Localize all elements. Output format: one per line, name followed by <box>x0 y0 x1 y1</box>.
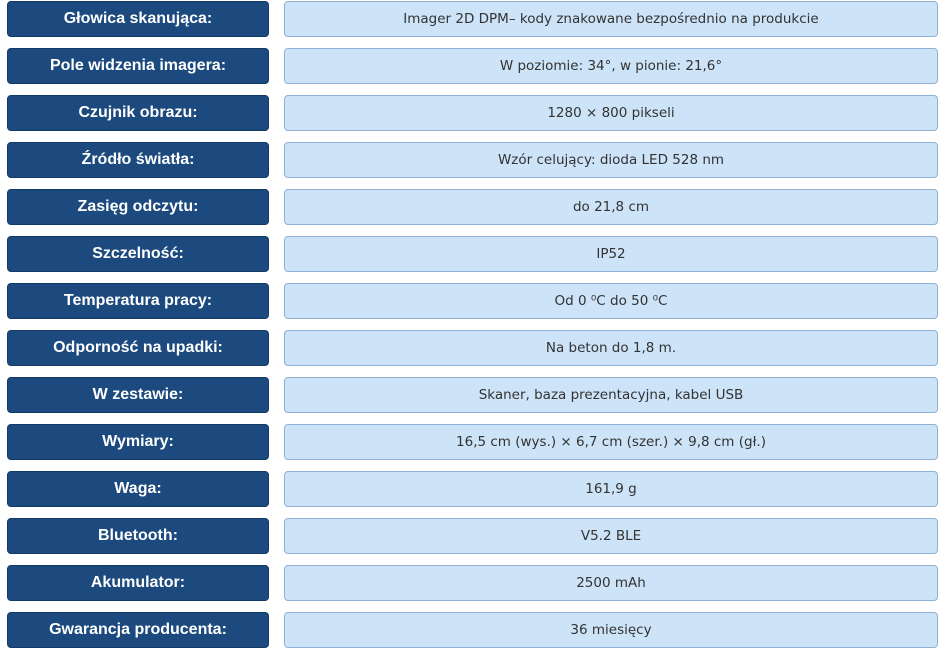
spec-value: 1280 × 800 pikseli <box>284 95 938 131</box>
spec-label: Waga: <box>7 471 269 507</box>
spec-value: 16,5 cm (wys.) × 6,7 cm (szer.) × 9,8 cm… <box>284 424 938 460</box>
spec-row-image-sensor: Czujnik obrazu: 1280 × 800 pikseli <box>7 95 938 131</box>
spec-row-light-source: Źródło światła: Wzór celujący: dioda LED… <box>7 142 938 178</box>
spec-row-dimensions: Wymiary: 16,5 cm (wys.) × 6,7 cm (szer.)… <box>7 424 938 460</box>
spec-value: 161,9 g <box>284 471 938 507</box>
spec-value: W poziomie: 34°, w pionie: 21,6° <box>284 48 938 84</box>
spec-row-warranty: Gwarancja producenta: 36 miesięcy <box>7 612 938 648</box>
spec-label: Odporność na upadki: <box>7 330 269 366</box>
spec-table: Głowica skanująca: Imager 2D DPM– kody z… <box>7 1 938 648</box>
spec-label: Szczelność: <box>7 236 269 272</box>
spec-value: Imager 2D DPM– kody znakowane bezpośredn… <box>284 1 938 37</box>
spec-value: 2500 mAh <box>284 565 938 601</box>
spec-value: IP52 <box>284 236 938 272</box>
spec-label: W zestawie: <box>7 377 269 413</box>
spec-value: Wzór celujący: dioda LED 528 nm <box>284 142 938 178</box>
spec-row-drop-resistance: Odporność na upadki: Na beton do 1,8 m. <box>7 330 938 366</box>
spec-value: 36 miesięcy <box>284 612 938 648</box>
spec-row-read-range: Zasięg odczytu: do 21,8 cm <box>7 189 938 225</box>
spec-label: Bluetooth: <box>7 518 269 554</box>
spec-value: Skaner, baza prezentacyjna, kabel USB <box>284 377 938 413</box>
spec-value: Od 0 ⁰C do 50 ⁰C <box>284 283 938 319</box>
spec-label: Wymiary: <box>7 424 269 460</box>
spec-value: do 21,8 cm <box>284 189 938 225</box>
spec-value: V5.2 BLE <box>284 518 938 554</box>
spec-row-field-of-view: Pole widzenia imagera: W poziomie: 34°, … <box>7 48 938 84</box>
spec-label: Temperatura pracy: <box>7 283 269 319</box>
spec-row-operating-temperature: Temperatura pracy: Od 0 ⁰C do 50 ⁰C <box>7 283 938 319</box>
spec-row-weight: Waga: 161,9 g <box>7 471 938 507</box>
spec-label: Głowica skanująca: <box>7 1 269 37</box>
spec-row-scan-head: Głowica skanująca: Imager 2D DPM– kody z… <box>7 1 938 37</box>
spec-row-sealing: Szczelność: IP52 <box>7 236 938 272</box>
spec-label: Akumulator: <box>7 565 269 601</box>
spec-row-bluetooth: Bluetooth: V5.2 BLE <box>7 518 938 554</box>
spec-row-battery: Akumulator: 2500 mAh <box>7 565 938 601</box>
spec-label: Czujnik obrazu: <box>7 95 269 131</box>
spec-label: Zasięg odczytu: <box>7 189 269 225</box>
spec-label: Źródło światła: <box>7 142 269 178</box>
spec-value: Na beton do 1,8 m. <box>284 330 938 366</box>
spec-label: Gwarancja producenta: <box>7 612 269 648</box>
spec-label: Pole widzenia imagera: <box>7 48 269 84</box>
spec-row-package-contents: W zestawie: Skaner, baza prezentacyjna, … <box>7 377 938 413</box>
